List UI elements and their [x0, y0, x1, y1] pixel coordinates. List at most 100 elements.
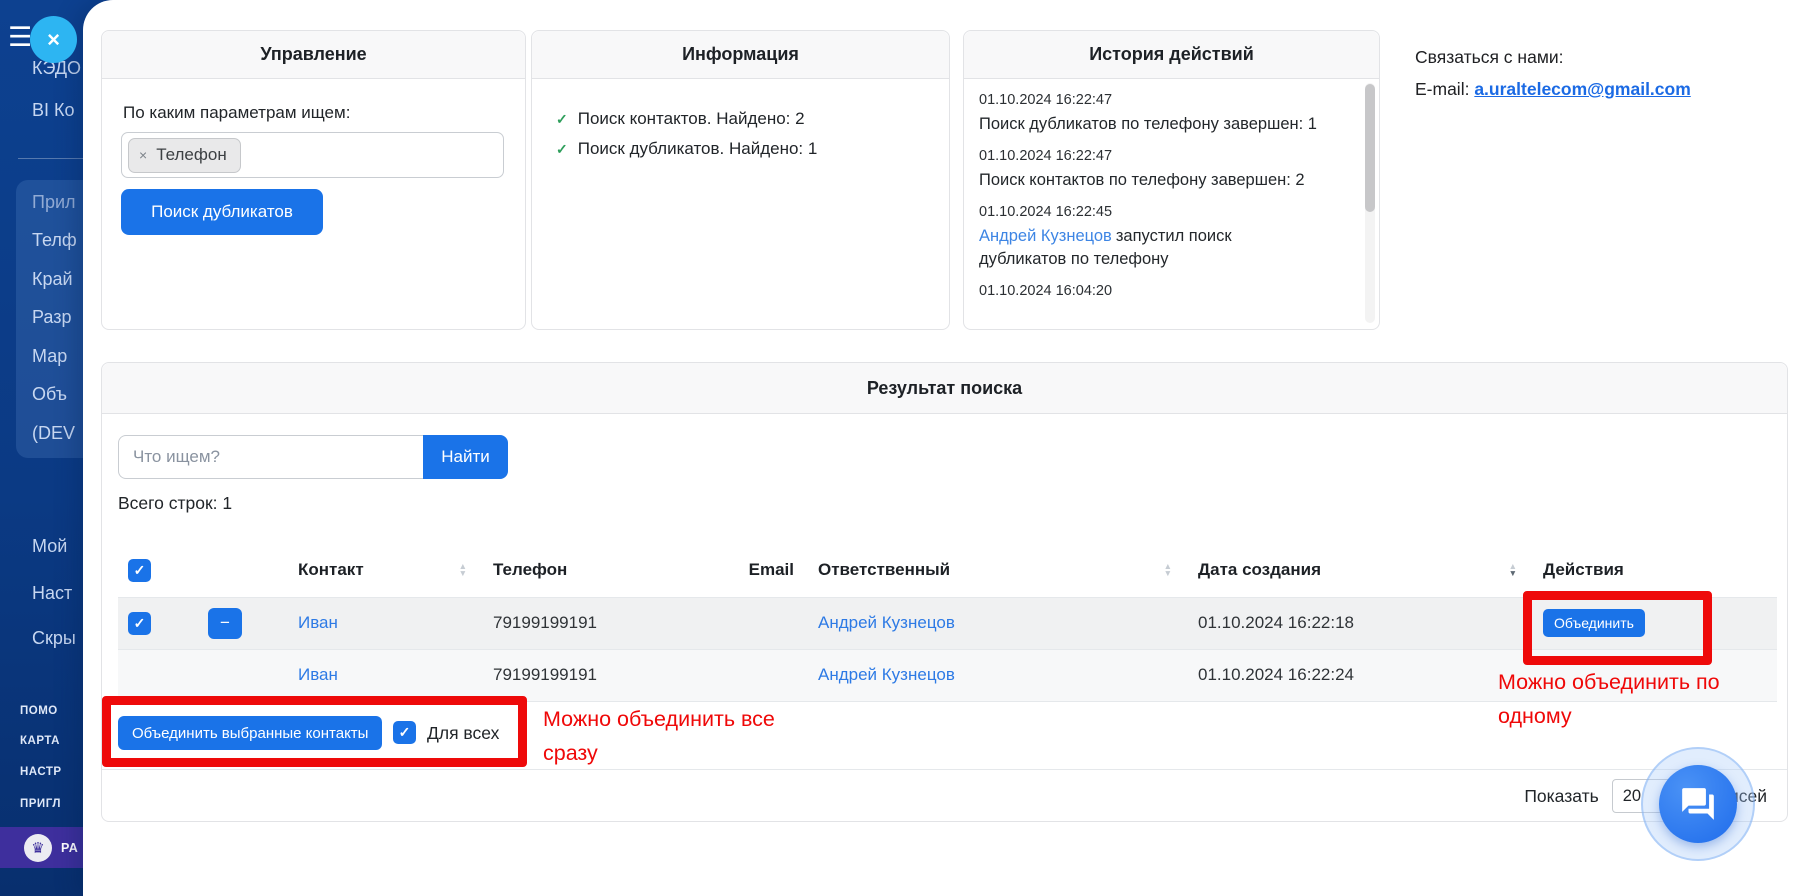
info-line-text: Поиск контактов. Найдено: 2 — [578, 109, 805, 129]
merge-selected-button[interactable]: Объединить выбранные контакты — [118, 716, 382, 750]
history-entry: 01.10.2024 16:22:47 Поиск дубликатов по … — [979, 92, 1349, 136]
search-input[interactable] — [118, 435, 423, 479]
history-entry: 01.10.2024 16:22:45 Андрей Кузнецовзапус… — [979, 204, 1349, 271]
history-card-title: История действий — [964, 31, 1379, 79]
history-text: Поиск контактов по телефону завершен: 2 — [979, 169, 1319, 192]
pagination-bar: Показать 20 ▾ записей — [102, 769, 1787, 822]
management-card: Управление По каким параметрам ищем: × Т… — [101, 30, 526, 330]
params-label: По каким параметрам ищем: — [123, 103, 350, 123]
minus-icon: − — [220, 613, 230, 633]
annotation-text-single: Можно объединить по одному — [1498, 665, 1763, 733]
sidebar-item-krai[interactable]: Край — [32, 269, 73, 290]
find-button[interactable]: Найти — [423, 435, 508, 479]
sidebar-item-bi[interactable]: BI Ко — [32, 100, 75, 121]
sidebar-footer-label: РА — [61, 841, 78, 855]
history-scrollbar — [1365, 83, 1375, 323]
history-entry: 01.10.2024 16:22:47 Поиск контактов по т… — [979, 148, 1349, 192]
info-card: Информация ✓ Поиск контактов. Найдено: 2… — [531, 30, 950, 330]
history-time: 01.10.2024 16:22:47 — [979, 92, 1349, 108]
info-line-text: Поиск дубликатов. Найдено: 1 — [578, 139, 818, 159]
show-label: Показать — [1524, 786, 1598, 807]
sidebar-item-moi[interactable]: Мой — [32, 536, 67, 557]
contact-link[interactable]: Иван — [298, 665, 338, 684]
col-contact: Контакт — [298, 560, 364, 580]
created-cell: 01.10.2024 16:22:18 — [1198, 613, 1354, 632]
col-email: Email — [749, 560, 794, 579]
col-phone: Телефон — [493, 560, 567, 579]
created-cell: 01.10.2024 16:22:24 — [1198, 665, 1354, 684]
col-actions: Действия — [1543, 560, 1624, 579]
email-label: E-mail: — [1415, 79, 1469, 99]
table-header-row: ✓ Контакт ▲▼ Телефон Email Ответственный… — [118, 544, 1777, 597]
history-card: История действий 01.10.2024 16:22:47 Пои… — [963, 30, 1380, 330]
sort-owner-icon[interactable]: ▲▼ — [1164, 563, 1172, 578]
contact-block: Связаться с нами: E-mail: a.uraltelecom@… — [1415, 47, 1691, 100]
for-all-checkbox[interactable]: ✓ — [393, 721, 416, 744]
check-icon: ✓ — [556, 141, 568, 158]
sidebar-item-mar[interactable]: Мар — [32, 346, 67, 367]
search-duplicates-button[interactable]: Поиск дубликатов — [121, 189, 323, 235]
sidebar-item-pril[interactable]: Прил — [32, 192, 76, 213]
sidebar-item-razr[interactable]: Разр — [32, 307, 71, 328]
sidebar-item-skry[interactable]: Скры — [32, 628, 76, 649]
remove-tag-icon[interactable]: × — [139, 147, 147, 163]
menu-icon[interactable]: ☰ — [8, 24, 32, 51]
sidebar-item-telf[interactable]: Телф — [32, 230, 77, 251]
email-link[interactable]: a.uraltelecom@gmail.com — [1474, 79, 1690, 99]
param-tag-label: Телефон — [156, 145, 227, 165]
user-link[interactable]: Андрей Кузнецов — [979, 227, 1112, 245]
results-card: Результат поиска Найти Всего строк: 1 ✓ … — [101, 362, 1788, 822]
table-search: Найти — [118, 435, 508, 479]
sidebar-item-invite[interactable]: ПРИГЛ — [20, 798, 61, 810]
table-row: ✓ − Иван 79199199191 Андрей Кузнецов 01.… — [118, 597, 1777, 649]
history-entry: 01.10.2024 16:04:20 — [979, 283, 1349, 299]
col-owner: Ответственный — [818, 560, 950, 580]
total-rows-label: Всего строк: 1 — [118, 493, 232, 514]
info-card-title: Информация — [532, 31, 949, 79]
annotation-text-bulk: Можно объединить все сразу — [543, 702, 788, 770]
sidebar-item-settings[interactable]: НАСТР — [20, 766, 62, 778]
owner-link[interactable]: Андрей Кузнецов — [818, 613, 955, 632]
chat-icon — [1679, 785, 1717, 823]
crown-icon: ♛ — [24, 834, 52, 862]
page-size-value: 20 — [1623, 787, 1641, 806]
param-tag: × Телефон — [128, 138, 241, 173]
sidebar-item-nast[interactable]: Наст — [32, 583, 72, 604]
sort-contact-icon[interactable]: ▲▼ — [459, 563, 467, 578]
history-time: 01.10.2024 16:04:20 — [979, 283, 1349, 299]
history-time: 01.10.2024 16:22:45 — [979, 204, 1349, 220]
check-icon: ✓ — [399, 724, 411, 741]
phone-cell: 79199199191 — [493, 665, 597, 684]
history-text: Андрей Кузнецовзапустил поиск дубликатов… — [979, 225, 1319, 271]
close-icon: × — [47, 27, 60, 53]
params-multiselect[interactable]: × Телефон — [121, 132, 504, 178]
chat-widget-button[interactable] — [1659, 765, 1737, 843]
sort-created-icon[interactable]: ▲▼ — [1509, 563, 1517, 578]
sidebar-item-dev[interactable]: (DEV — [32, 423, 75, 444]
col-created: Дата создания — [1198, 560, 1321, 580]
management-card-title: Управление — [102, 31, 525, 79]
for-all-label: Для всех — [427, 723, 499, 744]
history-time: 01.10.2024 16:22:47 — [979, 148, 1349, 164]
phone-cell: 79199199191 — [493, 613, 597, 632]
check-icon: ✓ — [134, 562, 146, 579]
owner-link[interactable]: Андрей Кузнецов — [818, 665, 955, 684]
merge-one-button[interactable]: Объединить — [1543, 609, 1645, 637]
results-card-title: Результат поиска — [102, 363, 1787, 414]
check-icon: ✓ — [134, 615, 146, 632]
contact-link[interactable]: Иван — [298, 613, 338, 632]
history-list: 01.10.2024 16:22:47 Поиск дубликатов по … — [964, 78, 1379, 328]
row-checkbox[interactable]: ✓ — [128, 612, 151, 635]
info-line: ✓ Поиск контактов. Найдено: 2 — [556, 109, 949, 129]
sidebar-item-help[interactable]: ПОМО — [20, 705, 58, 717]
app: ☰ КЭДО BI Ко Прил Телф Край Разр Мар Объ… — [0, 0, 1793, 896]
check-icon: ✓ — [556, 111, 568, 128]
collapse-group-button[interactable]: − — [208, 608, 242, 639]
history-text: Поиск дубликатов по телефону завершен: 1 — [979, 113, 1319, 136]
history-scrollbar-thumb[interactable] — [1365, 84, 1375, 212]
select-all-checkbox[interactable]: ✓ — [128, 559, 151, 582]
sidebar-item-ob[interactable]: Объ — [32, 384, 67, 405]
info-line: ✓ Поиск дубликатов. Найдено: 1 — [556, 139, 949, 159]
close-button[interactable]: × — [30, 16, 77, 63]
sidebar-item-map[interactable]: КАРТА — [20, 735, 60, 747]
